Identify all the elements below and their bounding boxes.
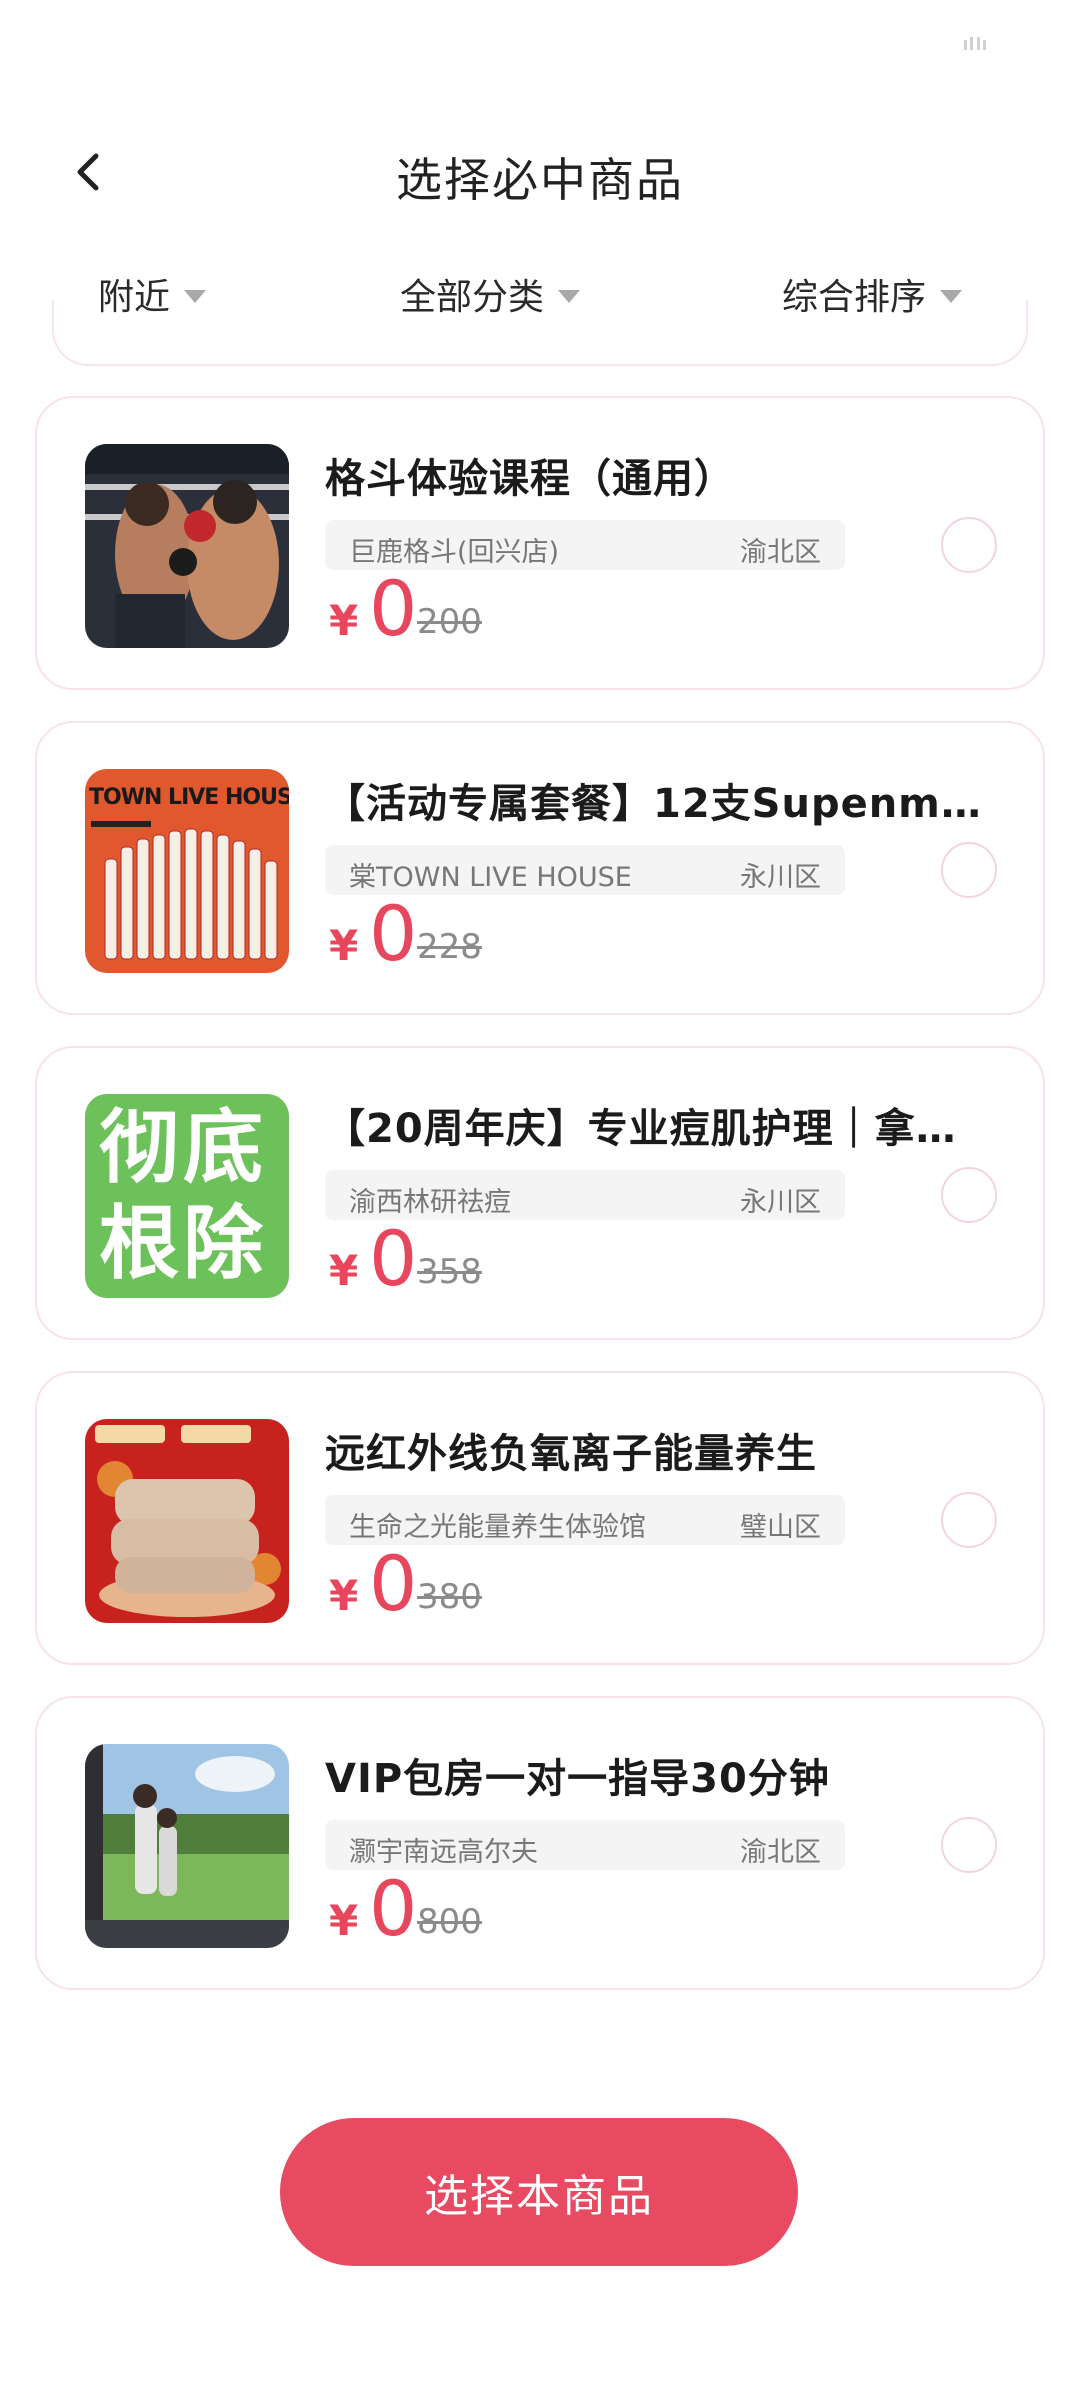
shop-info: 棠TOWN LIVE HOUSE 永川区 [325,845,845,895]
price: 0 [369,889,418,978]
select-radio[interactable] [941,1492,997,1548]
thumb-text-line-2: 根除 [99,1197,267,1290]
product-image: 彻底 根除 [85,1094,289,1298]
shop-info: 渝西林研祛痘 永川区 [325,1170,845,1220]
product-title: VIP包房一对一指导30分钟 [325,1756,830,1802]
thumb-brand-text: TOWN LIVE HOUSE [89,785,289,810]
price: 0 [369,1214,418,1303]
original-price: 200 [417,602,482,642]
product-image [85,444,289,648]
product-card[interactable]: 远红外线负氧离子能量养生 生命之光能量养生体验馆 璧山区 ¥ 0 380 [35,1371,1045,1665]
status-bar [0,0,1080,90]
product-image: TOWN LIVE HOUSE [85,769,289,973]
product-card[interactable]: VIP包房一对一指导30分钟 灏宇南远高尔夫 渝北区 ¥ 0 800 [35,1696,1045,1990]
currency-symbol: ¥ [329,1246,359,1295]
product-title: 格斗体验课程（通用） [325,456,735,502]
select-product-button[interactable]: 选择本商品 [280,2118,798,2266]
header: 选择必中商品 [0,120,1080,220]
thumb-text-line-1: 彻底 [99,1101,267,1194]
page-title: 选择必中商品 [396,153,684,207]
price: 0 [369,564,418,653]
signal-icon [962,34,988,52]
currency-symbol: ¥ [329,596,359,645]
select-radio[interactable] [941,1817,997,1873]
currency-symbol: ¥ [329,1571,359,1620]
product-card[interactable]: 格斗体验课程（通用） 巨鹿格斗(回兴店) 渝北区 ¥ 0 200 [35,396,1045,690]
product-image [85,1419,289,1623]
original-price: 800 [417,1902,482,1942]
product-image [85,1744,289,1948]
product-title: 【活动专属套餐】12支Supenme… [325,781,1005,827]
product-card[interactable]: 彻底 根除 【20周年庆】专业痘肌护理｜拿… 渝西林研祛痘 永川区 ¥ 0 35… [35,1046,1045,1340]
product-title: 远红外线负氧离子能量养生 [325,1431,817,1477]
currency-symbol: ¥ [329,1896,359,1945]
shop-info: 巨鹿格斗(回兴店) 渝北区 [325,520,845,570]
district: 永川区 [740,1187,821,1218]
original-price: 358 [417,1252,482,1292]
shop-info: 灏宇南远高尔夫 渝北区 [325,1820,845,1870]
product-card[interactable]: TOWN LIVE HOUSE 【活动专属套餐】12支Supenme… 棠TOW… [35,721,1045,1015]
price: 0 [369,1864,418,1953]
original-price: 380 [417,1577,482,1617]
district: 永川区 [740,862,821,893]
price: 0 [369,1539,418,1628]
currency-symbol: ¥ [329,921,359,970]
district: 渝北区 [740,537,821,568]
original-price: 228 [417,927,482,967]
previous-card-edge [52,300,1028,366]
select-radio[interactable] [941,842,997,898]
select-radio[interactable] [941,517,997,573]
product-title: 【20周年庆】专业痘肌护理｜拿… [325,1106,957,1152]
district: 渝北区 [740,1837,821,1868]
shop-info: 生命之光能量养生体验馆 璧山区 [325,1495,845,1545]
district: 璧山区 [740,1512,821,1543]
select-radio[interactable] [941,1167,997,1223]
